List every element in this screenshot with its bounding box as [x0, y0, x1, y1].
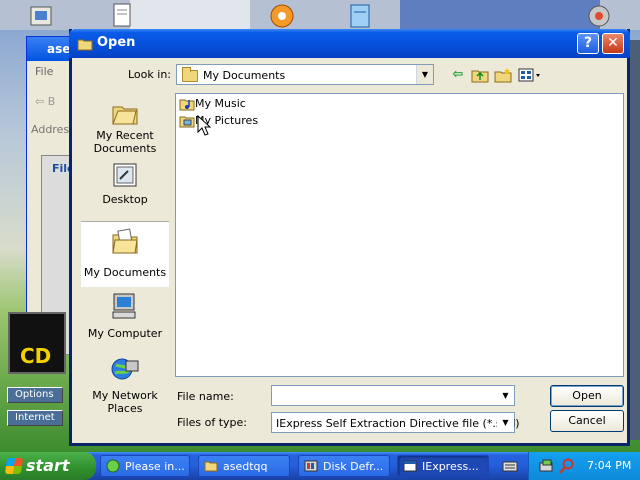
close-button[interactable]: ✕: [602, 33, 624, 54]
file-list[interactable]: My Music My Pictures: [175, 93, 624, 377]
up-one-level-icon[interactable]: [471, 67, 489, 83]
my-computer-icon: [112, 293, 136, 319]
document-icon[interactable]: [108, 2, 136, 30]
mouse-pointer-icon: [197, 115, 211, 136]
pictures-folder-icon: [179, 116, 195, 128]
files-of-type-value: IExpress Self Extraction Directive file …: [276, 417, 520, 430]
chevron-down-icon[interactable]: ▼: [497, 386, 514, 405]
look-in-value: My Documents: [203, 69, 286, 82]
place-my-documents[interactable]: My Documents: [81, 221, 169, 287]
file-name-input[interactable]: ▼: [271, 385, 515, 406]
open-button[interactable]: Open: [550, 385, 624, 407]
look-in-dropdown[interactable]: My Documents ▼: [176, 64, 434, 85]
dialog-title: Open: [97, 35, 136, 50]
chevron-down-icon[interactable]: ▼: [497, 413, 514, 432]
disk-defrag-icon: [304, 460, 318, 472]
cd-logo-text: CD: [20, 344, 52, 368]
task-label: IExpress...: [422, 460, 479, 473]
internet-button[interactable]: Internet: [7, 410, 63, 426]
cancel-button[interactable]: Cancel: [550, 410, 624, 432]
help-button[interactable]: ?: [577, 33, 599, 54]
place-label: My Network Places: [92, 389, 158, 415]
start-label: start: [26, 456, 70, 475]
place-label: Desktop: [102, 193, 148, 206]
iexpress-icon: [403, 460, 417, 472]
desktop-icon: [113, 163, 137, 187]
task-label: Please in...: [125, 460, 185, 473]
look-in-label: Look in:: [128, 68, 171, 81]
system-tray: 7:04 PM: [528, 452, 640, 480]
background-address-label: Addres: [31, 123, 70, 136]
place-label: My Documents: [83, 266, 167, 279]
files-of-type-label: Files of type:: [177, 416, 248, 429]
files-of-type-dropdown[interactable]: IExpress Self Extraction Directive file …: [271, 412, 520, 433]
taskbar: start Please in... asedtqq Disk Defr... …: [0, 452, 640, 480]
file-name-label: File name:: [177, 390, 234, 403]
music-folder-icon: [179, 99, 195, 111]
options-button[interactable]: Options: [7, 387, 63, 403]
task-label: asedtqq: [223, 460, 268, 473]
back-arrow-icon[interactable]: ⇦: [449, 67, 467, 83]
network-places-icon: [111, 358, 139, 380]
cloud-shape: [130, 0, 250, 30]
task-button-disk-defragmenter[interactable]: Disk Defr...: [298, 455, 390, 477]
task-button-asedtqq[interactable]: asedtqq: [198, 455, 290, 477]
open-dialog: Open ? ✕ Look in: My Documents ▼ ⇦ My Re…: [69, 29, 630, 446]
folder-icon: [182, 67, 198, 82]
place-my-recent-documents[interactable]: My Recent Documents: [81, 93, 169, 157]
task-label: Disk Defr...: [323, 460, 384, 473]
cloud-shape: [400, 0, 600, 30]
my-documents-icon: [112, 228, 138, 254]
views-menu-icon[interactable]: [518, 67, 542, 83]
cd-deluxe-logo: CD: [8, 312, 66, 374]
background-back-button[interactable]: ⇦ B: [35, 95, 55, 108]
recent-documents-icon: [112, 106, 138, 125]
place-label: My Computer: [87, 327, 163, 340]
keyboard-icon[interactable]: [502, 459, 518, 473]
task-button-setup[interactable]: Please in...: [100, 455, 190, 477]
search-tray-icon[interactable]: [559, 458, 575, 474]
folder-icon: [204, 461, 218, 472]
places-bar: My Recent Documents Desktop My Documents…: [81, 93, 169, 415]
new-folder-icon[interactable]: [494, 67, 512, 83]
notepad-icon[interactable]: [346, 2, 374, 30]
place-desktop[interactable]: Desktop: [81, 159, 169, 217]
place-my-network-places[interactable]: My Network Places: [81, 355, 169, 415]
file-name: My Music: [195, 97, 246, 110]
media-icon[interactable]: [268, 2, 296, 30]
start-button[interactable]: start: [0, 452, 96, 480]
place-label: My Recent Documents: [93, 129, 157, 155]
dialog-title-bar[interactable]: Open ? ✕: [69, 29, 630, 58]
setup-icon: [106, 459, 120, 473]
network-icon[interactable]: [28, 4, 56, 32]
windows-logo-icon: [4, 458, 24, 474]
chevron-down-icon[interactable]: ▼: [416, 65, 433, 84]
network-tray-icon[interactable]: [539, 458, 555, 474]
background-back-label: B: [47, 95, 56, 108]
place-my-computer[interactable]: My Computer: [81, 289, 169, 347]
clock[interactable]: 7:04 PM: [587, 459, 631, 472]
folder-open-icon: [77, 39, 93, 51]
settings-icon[interactable]: [585, 2, 613, 30]
task-button-iexpress[interactable]: IExpress...: [397, 455, 489, 477]
